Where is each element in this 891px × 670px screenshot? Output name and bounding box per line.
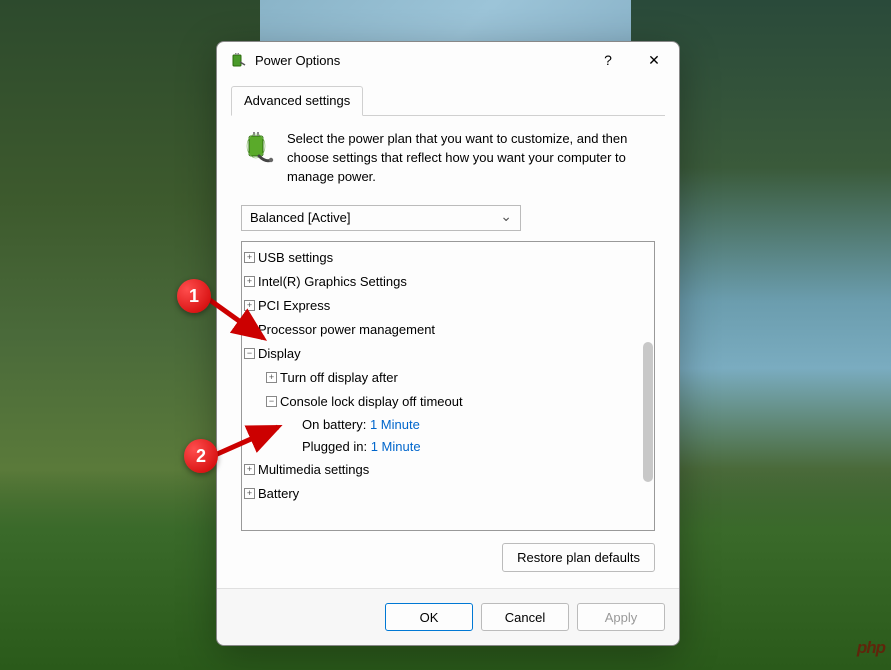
expand-icon[interactable]: +	[244, 464, 255, 475]
apply-button[interactable]: Apply	[577, 603, 665, 631]
setting-on-battery[interactable]: On battery: 1 Minute	[288, 414, 652, 436]
tree-label: Intel(R) Graphics Settings	[258, 274, 407, 289]
tree-item-console-lock[interactable]: − Console lock display off timeout	[266, 390, 652, 414]
battery-plug-icon	[241, 130, 277, 170]
setting-value: 1 Minute	[371, 439, 421, 454]
window-title: Power Options	[255, 53, 585, 68]
tree-item-battery[interactable]: + Battery	[244, 482, 652, 506]
annotation-arrow-1	[205, 296, 270, 346]
tree-label: Multimedia settings	[258, 462, 369, 477]
close-button[interactable]: ✕	[631, 44, 677, 76]
tree-item-pcie[interactable]: + PCI Express	[244, 294, 652, 318]
annotation-arrow-2	[213, 423, 285, 461]
tree-item-processor[interactable]: + Processor power management	[244, 318, 652, 342]
tree-label: Display	[258, 346, 301, 361]
collapse-icon[interactable]: −	[266, 396, 277, 407]
tab-panel: Select the power plan that you want to c…	[231, 116, 665, 588]
annotation-badge-2: 2	[184, 439, 218, 473]
tab-advanced-settings[interactable]: Advanced settings	[231, 86, 363, 116]
tree-item-usb[interactable]: + USB settings	[244, 246, 652, 270]
settings-tree[interactable]: + USB settings + Intel(R) Graphics Setti…	[241, 241, 655, 531]
tree-item-display[interactable]: − Display	[244, 342, 652, 366]
expand-icon[interactable]: +	[266, 372, 277, 383]
collapse-icon[interactable]: −	[244, 348, 255, 359]
power-options-dialog: Power Options ? ✕ Advanced settings	[216, 41, 680, 646]
titlebar: Power Options ? ✕	[217, 42, 679, 78]
setting-value: 1 Minute	[370, 417, 420, 432]
tree-label: USB settings	[258, 250, 333, 265]
expand-icon[interactable]: +	[244, 488, 255, 499]
setting-label: On battery:	[302, 417, 366, 432]
tree-item-intel[interactable]: + Intel(R) Graphics Settings	[244, 270, 652, 294]
tree-item-turn-off-display[interactable]: + Turn off display after	[266, 366, 652, 390]
expand-icon[interactable]: +	[244, 252, 255, 263]
tree-label: Processor power management	[258, 322, 435, 337]
tab-strip: Advanced settings	[231, 86, 665, 116]
tree-label: Battery	[258, 486, 299, 501]
intro-text: Select the power plan that you want to c…	[287, 130, 655, 187]
ok-button[interactable]: OK	[385, 603, 473, 631]
cancel-button[interactable]: Cancel	[481, 603, 569, 631]
tree-item-multimedia[interactable]: + Multimedia settings	[244, 458, 652, 482]
tree-label: Console lock display off timeout	[280, 394, 463, 409]
watermark: php	[857, 638, 885, 658]
restore-defaults-button[interactable]: Restore plan defaults	[502, 543, 655, 572]
power-plan-value: Balanced [Active]	[250, 210, 350, 225]
setting-plugged-in[interactable]: Plugged in: 1 Minute	[288, 436, 652, 458]
annotation-badge-1: 1	[177, 279, 211, 313]
tree-label: Turn off display after	[280, 370, 398, 385]
dialog-footer: OK Cancel Apply	[217, 588, 679, 645]
scrollbar-thumb[interactable]	[643, 342, 653, 482]
power-plan-select[interactable]: Balanced [Active]	[241, 205, 521, 231]
help-button[interactable]: ?	[585, 44, 631, 76]
power-options-icon	[229, 51, 247, 69]
expand-icon[interactable]: +	[244, 276, 255, 287]
setting-label: Plugged in:	[302, 439, 367, 454]
